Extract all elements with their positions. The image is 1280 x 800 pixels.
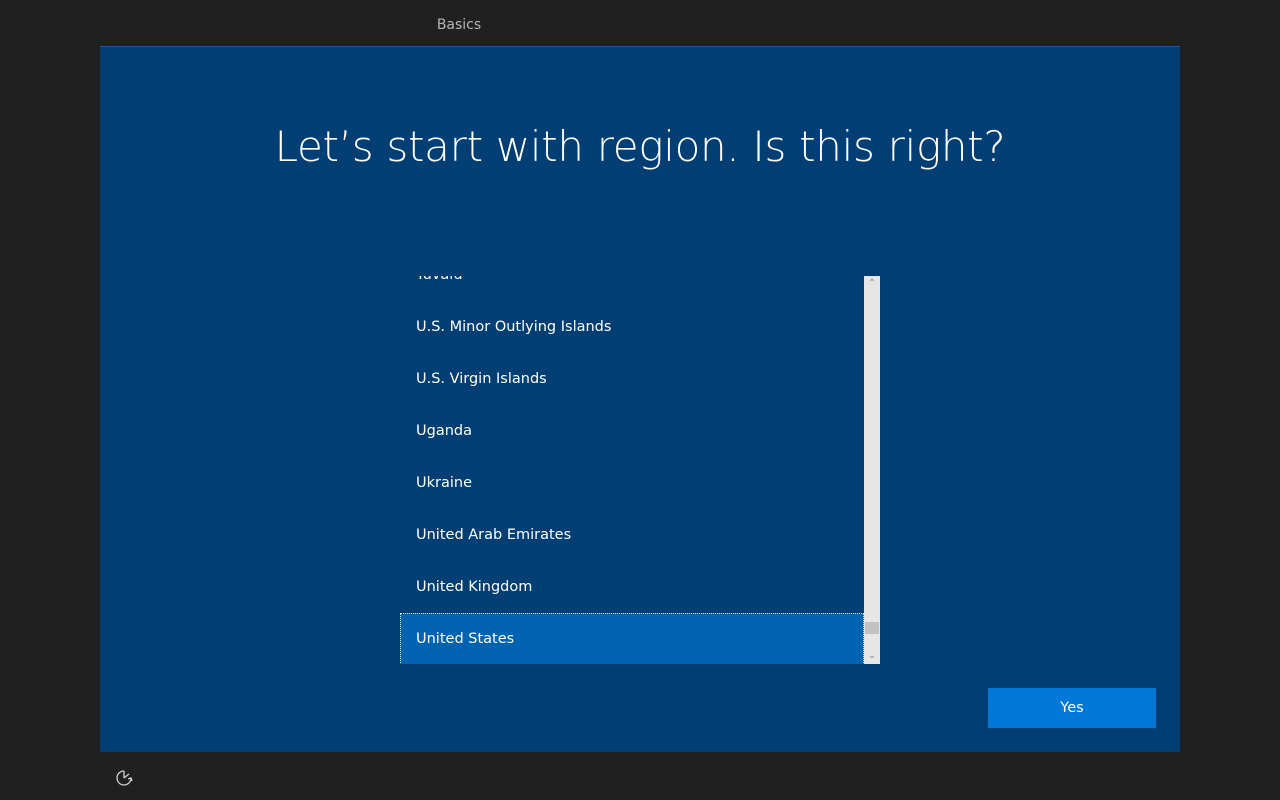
scroll-down-arrow-icon[interactable]: ⌄ — [864, 648, 880, 664]
list-item[interactable]: U.S. Virgin Islands — [400, 353, 864, 405]
scrollbar-thumb[interactable] — [865, 622, 879, 634]
yes-button[interactable]: Yes — [988, 688, 1156, 728]
list-item[interactable]: Ukraine — [400, 457, 864, 509]
region-list[interactable]: Tuvalu U.S. Minor Outlying Islands U.S. … — [400, 276, 864, 664]
ease-of-access-glyph — [116, 770, 133, 786]
region-list-scrollbar[interactable]: ⌃ ⌄ — [864, 276, 880, 664]
list-item[interactable]: United Arab Emirates — [400, 509, 864, 561]
list-item-selected[interactable]: United States — [400, 613, 864, 664]
tab-basics: Basics — [356, 0, 562, 48]
page-title: Let’s start with region. Is this right? — [274, 122, 1006, 171]
list-item[interactable]: Uganda — [400, 405, 864, 457]
ease-of-access-icon[interactable] — [113, 767, 135, 789]
oobe-screen: Basics Let’s start with region. Is this … — [0, 0, 1280, 800]
list-item[interactable]: U.S. Minor Outlying Islands — [400, 301, 864, 353]
list-item[interactable]: United Kingdom — [400, 561, 864, 613]
region-list-items: Tuvalu U.S. Minor Outlying Islands U.S. … — [400, 276, 864, 664]
list-item[interactable]: Tuvalu — [400, 276, 864, 301]
scroll-up-arrow-icon[interactable]: ⌃ — [864, 276, 880, 292]
